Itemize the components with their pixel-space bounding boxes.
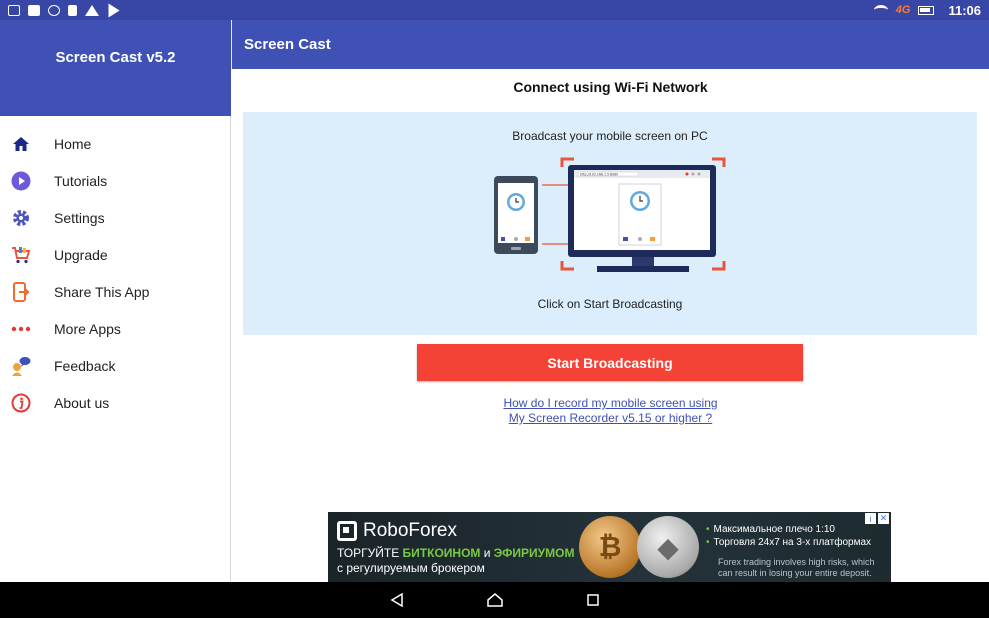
ad-bullet: • Максимальное плечо 1:10 (706, 524, 835, 535)
ad-disclaimer-line: can result in losing your entire deposit… (718, 568, 872, 578)
drawer-item-label: Settings (54, 209, 105, 226)
system-navigation-bar (0, 582, 989, 618)
drawer-item-label: About us (54, 394, 110, 411)
share-phone-icon (11, 281, 31, 302)
home-button[interactable] (484, 589, 506, 611)
recents-icon (586, 594, 599, 606)
drawer-header: Screen Cast v5.2 (0, 20, 231, 116)
app-bar: Screen Cast (232, 20, 989, 69)
drawer-item-home[interactable]: Home (0, 125, 230, 162)
phone-illustration (494, 176, 538, 254)
lock-icon (68, 4, 77, 16)
help-link-line1[interactable]: How do I record my mobile screen using (232, 396, 989, 411)
cart-icon (11, 245, 31, 265)
main-content: Connect using Wi-Fi Network Broadcast yo… (232, 69, 989, 582)
drawer-item-label: More Apps (54, 320, 121, 337)
system-icons: 4G 11:06 (873, 0, 981, 20)
dots-icon (11, 319, 31, 339)
ad-close-icon[interactable]: ✕ (878, 513, 889, 524)
drawer-item-label: Share This App (54, 283, 150, 300)
ad-bullet-text: Торговля 24x7 на 3-х платформах (713, 537, 872, 548)
back-button[interactable] (386, 589, 408, 611)
info-panel: Broadcast your mobile screen on PC http:… (243, 112, 977, 335)
app-bar-title: Screen Cast (244, 36, 331, 53)
ad-bullet: • Торговля 24x7 на 3-х платформах (706, 537, 872, 548)
home-nav-icon (486, 593, 503, 607)
pc-monitor-illustration: http://192.168.1.5:8080 (568, 165, 716, 272)
notification-icons (8, 0, 121, 20)
gear-icon (11, 208, 31, 228)
youtube-icon (28, 4, 40, 16)
flag-icon (85, 4, 99, 16)
ad-brand-name: RoboForex (363, 520, 457, 541)
ethereum-coin-icon: ◆ (637, 516, 699, 578)
help-link[interactable]: How do I record my mobile screen using M… (232, 396, 989, 426)
network-type: 4G (895, 4, 911, 16)
ad-headline-bitcoin: БИТКОИНОМ (402, 546, 481, 560)
feedback-icon (11, 356, 31, 376)
drawer-item-label: Feedback (54, 357, 116, 374)
browser-url-text: http://192.168.1.5:8080 (580, 172, 618, 176)
ad-headline-part: и (480, 546, 494, 560)
home-icon (11, 134, 31, 154)
roboforex-logo-icon (337, 521, 357, 541)
play-circle-icon (11, 171, 31, 191)
drawer-item-more-apps[interactable]: More Apps (0, 310, 230, 347)
drawer-item-tutorials[interactable]: Tutorials (0, 162, 230, 199)
gallery-icon (8, 4, 20, 16)
info-icon (11, 393, 31, 413)
back-icon (390, 593, 403, 607)
drawer-item-feedback[interactable]: Feedback (0, 347, 230, 384)
status-time: 11:06 (948, 2, 981, 18)
ad-controls: i ✕ (865, 513, 889, 524)
drawer-item-label: Tutorials (54, 172, 108, 189)
drawer-item-settings[interactable]: Settings (0, 199, 230, 236)
drawer-item-label: Home (54, 135, 92, 152)
phone-to-pc-illustration: http://192.168.1.5:8080 (494, 157, 726, 272)
ad-banner[interactable]: RoboForex ТОРГУЙТЕ БИТКОИНОМ и ЭФИРИУМОМ… (328, 512, 891, 582)
ad-disclaimer-line: Forex trading involves high risks, which (718, 557, 875, 567)
vpn-icon (48, 4, 60, 16)
drawer-item-label: Upgrade (54, 246, 108, 263)
status-bar: 4G 11:06 (0, 0, 989, 20)
ad-disclaimer: Forex trading involves high risks, which… (718, 557, 875, 579)
drawer-item-upgrade[interactable]: Upgrade (0, 236, 230, 273)
bitcoin-coin-icon: ₿ (579, 516, 641, 578)
info-caption: Broadcast your mobile screen on PC (512, 129, 708, 143)
ad-subline: с регулируемым брокером (337, 561, 485, 575)
drawer-item-about[interactable]: About us (0, 384, 230, 421)
ad-info-icon[interactable]: i (865, 513, 876, 524)
ad-brand: RoboForex (337, 520, 457, 542)
drawer-item-share[interactable]: Share This App (0, 273, 230, 310)
drawer-title: Screen Cast v5.2 (55, 48, 176, 66)
navigation-drawer: Screen Cast v5.2 Home Tutorials Settings… (0, 20, 231, 582)
ad-headline-ether: ЭФИРИУМОМ (493, 546, 575, 560)
telegram-icon (108, 3, 120, 17)
help-link-line2[interactable]: My Screen Recorder v5.15 or higher ? (232, 411, 989, 426)
ad-bullet-text: Максимальное плечо 1:10 (713, 524, 835, 535)
start-broadcasting-button[interactable]: Start Broadcasting (417, 344, 803, 381)
ad-bullets: • Максимальное плечо 1:10 • Торговля 24x7 … (706, 523, 871, 549)
drawer-menu: Home Tutorials Settings Upgrade Share Th… (0, 125, 230, 421)
wifi-icon (873, 5, 888, 15)
ad-headline: ТОРГУЙТЕ БИТКОИНОМ и ЭФИРИУМОМ (337, 546, 574, 560)
battery-icon (918, 5, 935, 15)
ad-headline-part: ТОРГУЙТЕ (337, 546, 403, 560)
recents-button[interactable] (582, 589, 604, 611)
info-instruction: Click on Start Broadcasting (537, 297, 683, 311)
connect-title: Connect using Wi-Fi Network (513, 79, 708, 95)
